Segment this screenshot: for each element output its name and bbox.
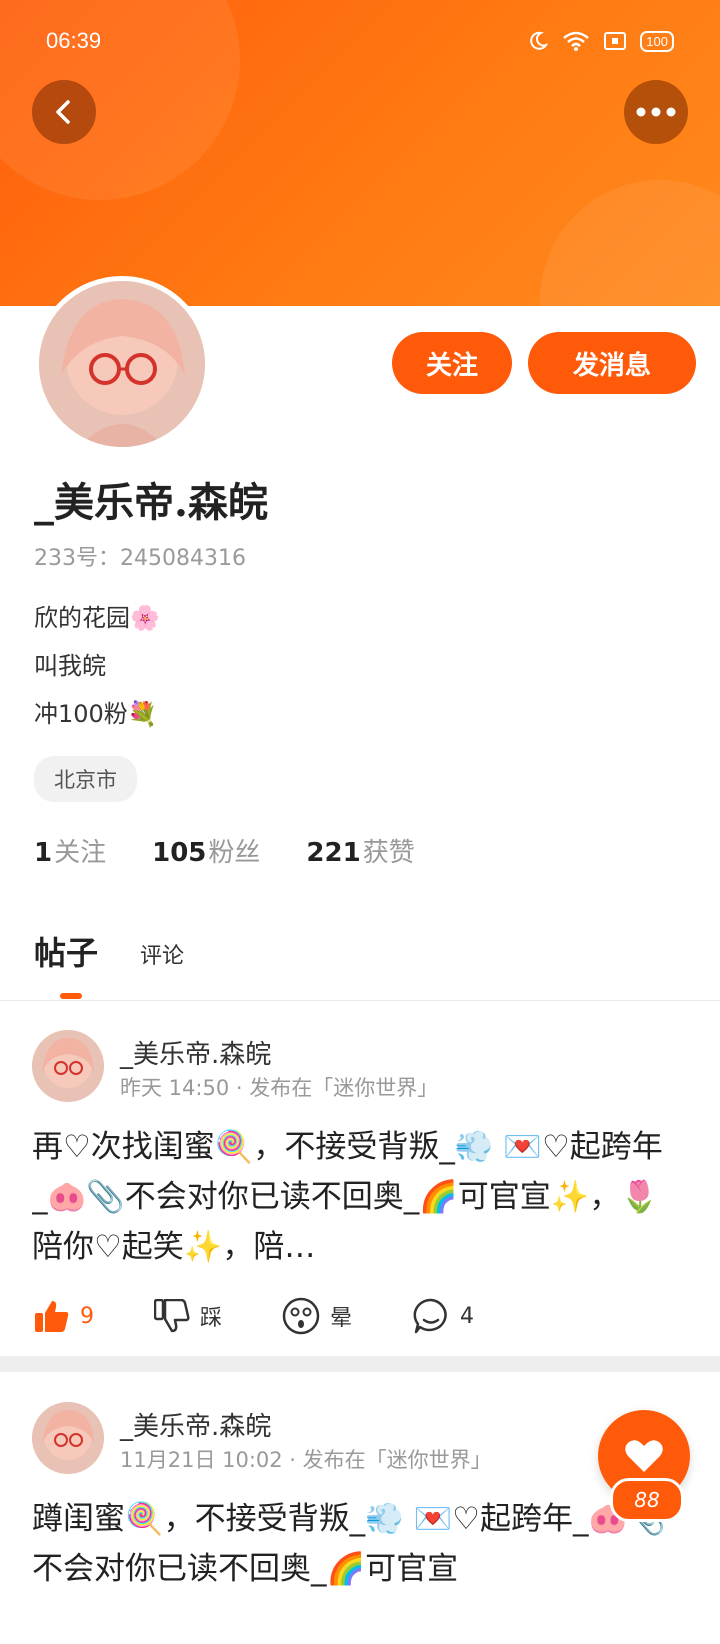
- comment-bubble-icon: [413, 1298, 447, 1334]
- like-button[interactable]: 9: [34, 1299, 94, 1333]
- thumbs-up-icon: [35, 1301, 69, 1332]
- moon-icon: [530, 31, 549, 50]
- post-separator: [0, 1356, 720, 1372]
- floating-like-count: 88: [610, 1478, 684, 1522]
- stat-label: 粉丝: [208, 838, 261, 868]
- status-bar: 06:39 100: [0, 0, 720, 80]
- battery-icon: 100: [640, 30, 674, 52]
- post-author-avatar[interactable]: [32, 1402, 104, 1474]
- send-message-button[interactable]: 发消息: [528, 332, 696, 394]
- dislike-label: 踩: [200, 1306, 223, 1331]
- avatar-illustration: [32, 1030, 104, 1102]
- profile-uid: 233号：245084316: [34, 546, 246, 571]
- dislike-button[interactable]: 踩: [154, 1299, 222, 1333]
- stat-label: 获赞: [362, 838, 415, 868]
- location-tag: 北京市: [34, 756, 137, 802]
- stat-label: 关注: [54, 838, 107, 868]
- more-options-button[interactable]: [624, 80, 688, 144]
- more-dots-icon: [636, 107, 676, 117]
- follow-button[interactable]: 关注: [392, 332, 512, 394]
- dizzy-label: 晕: [330, 1306, 353, 1331]
- profile-header-banner: 06:39 100: [0, 0, 720, 306]
- comment-button[interactable]: 4: [412, 1297, 474, 1335]
- stat-value: 105: [152, 838, 207, 868]
- post-content[interactable]: 再♡次找闺蜜🍭，不接受背叛_💨 💌♡起跨年_🐽📎不会对你已读不回奥_🌈可官宣✨，…: [32, 1122, 672, 1272]
- stat-value: 221: [306, 838, 361, 868]
- bio-line: 欣的花园🌸: [34, 604, 160, 632]
- post-author-avatar[interactable]: [32, 1030, 104, 1102]
- thumbs-down-icon: [154, 1299, 190, 1333]
- stat-followers[interactable]: 105粉丝: [152, 832, 260, 869]
- active-tab-indicator: [60, 993, 82, 999]
- banner-decoration: [540, 180, 720, 306]
- back-arrow-icon: [56, 100, 70, 124]
- post-meta: 昨天 14:50 · 发布在「迷你世界」: [120, 1076, 439, 1100]
- post-author-name[interactable]: _美乐帝.森皖: [120, 1034, 271, 1071]
- dizzy-face-icon: [282, 1297, 320, 1335]
- content-tabs: 帖子 评论: [34, 928, 184, 974]
- status-time: 06:39: [46, 28, 102, 53]
- back-button[interactable]: [32, 80, 96, 144]
- divider: [0, 1000, 720, 1001]
- bio-line: 叫我皖: [34, 652, 106, 680]
- post-author-name[interactable]: _美乐帝.森皖: [120, 1406, 271, 1443]
- profile-stats: 1关注 105粉丝 221获赞: [34, 832, 415, 869]
- stat-likes[interactable]: 221获赞: [306, 832, 414, 869]
- comment-count: 4: [460, 1303, 475, 1329]
- avatar-illustration: [39, 281, 205, 447]
- bio-line: 冲100粉💐: [34, 700, 158, 728]
- post-actions: 9 踩 晕 4: [34, 1290, 674, 1342]
- post-meta: 11月21日 10:02 · 发布在「迷你世界」: [120, 1448, 492, 1472]
- profile-nickname: _美乐帝.森皖: [34, 479, 268, 526]
- dizzy-reaction-button[interactable]: 晕: [282, 1297, 352, 1335]
- heart-icon: [625, 1440, 663, 1472]
- tab-comments[interactable]: 评论: [140, 938, 184, 974]
- profile-avatar[interactable]: [34, 276, 210, 452]
- avatar-illustration: [32, 1402, 104, 1474]
- stat-value: 1: [34, 838, 53, 868]
- wifi-icon: [563, 31, 590, 51]
- status-icons: 100: [528, 30, 674, 52]
- stat-following[interactable]: 1关注: [34, 832, 106, 869]
- screen-record-icon: [604, 32, 627, 50]
- like-count: 9: [80, 1303, 94, 1329]
- tab-posts[interactable]: 帖子: [34, 928, 98, 974]
- post-content[interactable]: 蹲闺蜜🍭，不接受背叛_💨 💌♡起跨年_🐽📎不会对你已读不回奥_🌈可官宣: [32, 1494, 672, 1644]
